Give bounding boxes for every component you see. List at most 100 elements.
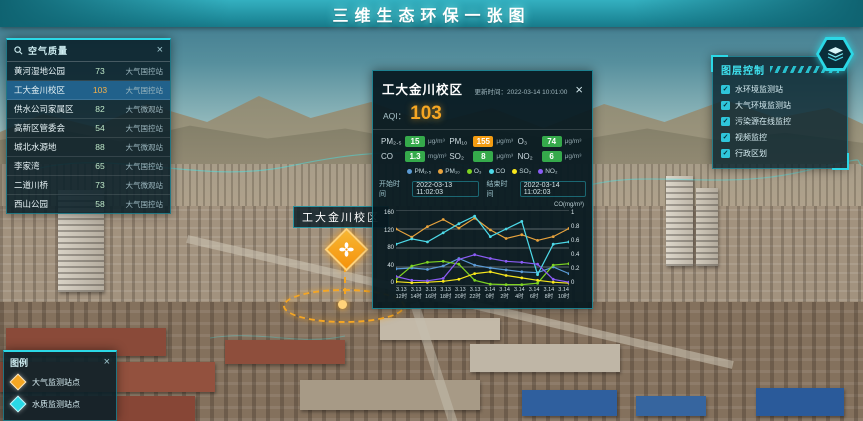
station-aqi-value: 65 (89, 161, 111, 171)
chart-legend-label: PM₂.₅ (414, 168, 431, 175)
station-type: 大气国控站 (111, 161, 163, 172)
x-tick-hour: 20时 (453, 294, 468, 301)
layer-label: 水环境监测站 (735, 84, 783, 95)
pollutant-trend-lines[interactable] (396, 210, 569, 286)
layer-control-toggle[interactable] (816, 37, 854, 71)
station-panel-title: 空气质量 (28, 44, 152, 57)
map-legend-item: 大气监测站点 (10, 371, 110, 393)
x-axis-tick: 3.1318时 (438, 287, 453, 301)
chart-legend-label: SO₂ (519, 168, 531, 175)
layer-item[interactable]: ✓ 行政区划 (721, 145, 839, 161)
chart-legend-item[interactable]: O₃ (467, 168, 482, 175)
chart-legend-item[interactable]: PM₁₀ (438, 168, 460, 175)
time-range-row: 开始时间 2022-03-13 11:02:03 结束时间 2022-03-14… (373, 177, 592, 199)
x-axis-tick: 3.146时 (527, 287, 542, 301)
station-aqi-value: 103 (89, 85, 111, 95)
x-tick-hour: 2时 (497, 294, 512, 301)
layer-item[interactable]: ✓ 视频监控 (721, 129, 839, 145)
pollutant-unit: μg/m³ (428, 138, 445, 145)
station-row[interactable]: 西山公园58大气国控站 (7, 195, 170, 213)
close-icon[interactable]: × (575, 83, 583, 96)
close-icon[interactable]: × (104, 357, 110, 368)
chart-plot-area[interactable] (396, 210, 569, 286)
legend-dot-icon (467, 169, 472, 174)
station-row[interactable]: 黄河湿地公园73大气国控站 (7, 62, 170, 81)
layer-item[interactable]: ✓ 水环境监测站 (721, 81, 839, 97)
station-name: 工大金川校区 (14, 84, 89, 96)
pollutant-name: O₃ (518, 137, 539, 146)
layer-label: 大气环境监测站 (735, 100, 791, 111)
layer-control-panel: 图层控制 ✓水环境监测站✓大气环境监测站✓污染源在线监控✓视频监控✓行政区划 (712, 56, 848, 169)
pollutant-unit: μg/m³ (565, 138, 582, 145)
pollutant-item: NO₂6μg/m³ (518, 151, 584, 162)
blue-roof-building (636, 396, 706, 416)
pollutant-item: CO1.3mg/m³ (381, 151, 447, 162)
x-tick-hour: 4时 (512, 294, 527, 301)
station-name: 二道川桥 (14, 179, 89, 191)
x-axis-tick: 3.1314时 (409, 287, 424, 301)
x-axis-tick: 3.140时 (483, 287, 498, 301)
map-legend-title: 图例 (10, 356, 104, 369)
layer-checkbox[interactable]: ✓ (721, 149, 730, 158)
station-aqi-value: 88 (89, 142, 111, 152)
layer-item[interactable]: ✓ 污染源在线监控 (721, 113, 839, 129)
layer-label: 行政区划 (735, 148, 767, 159)
chart-legend-item[interactable]: PM₂.₅ (407, 168, 431, 175)
pollutant-item: PM₁₀155μg/m³ (449, 136, 515, 147)
blue-roof-building (522, 390, 617, 416)
pollutant-name: PM₂.₅ (381, 137, 402, 146)
y-axis-tick-left: 80 (379, 245, 394, 251)
x-tick-hour: 10时 (556, 294, 571, 301)
x-tick-hour: 16时 (424, 294, 439, 301)
pollutant-unit: mg/m³ (428, 153, 446, 160)
trend-chart: CO(mg/m³) 16012080400 10.80.60.40.20 3.1… (379, 210, 586, 301)
map-legend-label: 水质监测站点 (32, 399, 80, 410)
end-time-input[interactable]: 2022-03-14 11:02:03 (520, 181, 586, 197)
station-row[interactable]: 工大金川校区103大气国控站 (7, 81, 170, 100)
map-3d-scene[interactable]: 三维生态环保一张图 空气质量 × 黄河湿地公园73大气国控站工大金川校区103大… (0, 0, 863, 421)
layer-label: 污染源在线监控 (735, 116, 791, 127)
chart-legend-item[interactable]: NO₂ (538, 168, 557, 175)
layer-checkbox[interactable]: ✓ (721, 117, 730, 126)
pollutant-value-badge: 155 (473, 136, 493, 147)
update-time-label: 更新时间： (475, 89, 508, 96)
station-name: 城北水源地 (14, 141, 89, 153)
x-tick-hour: 22时 (468, 294, 483, 301)
map-legend-marker-icon (10, 396, 27, 413)
station-row[interactable]: 二道川桥73大气微观站 (7, 176, 170, 195)
station-row[interactable]: 李家湾65大气国控站 (7, 157, 170, 176)
building-block (470, 344, 620, 372)
blue-roof-building (756, 388, 844, 416)
layer-checkbox[interactable]: ✓ (721, 101, 730, 110)
chart-legend-item[interactable]: SO₂ (512, 168, 531, 175)
y-axis-tick-right: 0.6 (571, 238, 586, 244)
layer-checkbox[interactable]: ✓ (721, 133, 730, 142)
close-icon[interactable]: × (157, 45, 163, 56)
station-row[interactable]: 城北水源地88大气微观站 (7, 138, 170, 157)
x-tick-hour: 8时 (542, 294, 557, 301)
building-tower (666, 176, 693, 266)
map-legend-marker-icon (10, 374, 27, 391)
y-axis-tick-right: 0.2 (571, 266, 586, 272)
legend-dot-icon (538, 169, 543, 174)
station-row[interactable]: 供水公司家属区82大气微观站 (7, 100, 170, 119)
station-type: 大气国控站 (111, 85, 163, 96)
page-title: 三维生态环保一张图 (332, 2, 530, 26)
search-icon (14, 46, 23, 55)
chart-legend-item[interactable]: CO (489, 168, 506, 175)
pollutant-item: PM₂.₅15μg/m³ (381, 136, 447, 147)
layers-icon (827, 46, 844, 63)
station-row[interactable]: 高新区管委会54大气国控站 (7, 119, 170, 138)
y-axis-tick-right: 0.4 (571, 252, 586, 258)
layer-label: 视频监控 (735, 132, 767, 143)
pollutant-value-badge: 74 (542, 136, 562, 147)
start-time-input[interactable]: 2022-03-13 11:02:03 (412, 181, 478, 197)
x-tick-hour: 0时 (483, 294, 498, 301)
pollutant-name: SO₂ (449, 152, 470, 161)
station-type: 大气微观站 (111, 180, 163, 191)
layer-item[interactable]: ✓ 大气环境监测站 (721, 97, 839, 113)
x-axis: 3.1312时3.1314时3.1316时3.1318时3.1320时3.132… (394, 287, 571, 301)
chart-legend-label: O₃ (474, 168, 482, 175)
station-type: 大气微观站 (111, 104, 163, 115)
layer-checkbox[interactable]: ✓ (721, 85, 730, 94)
